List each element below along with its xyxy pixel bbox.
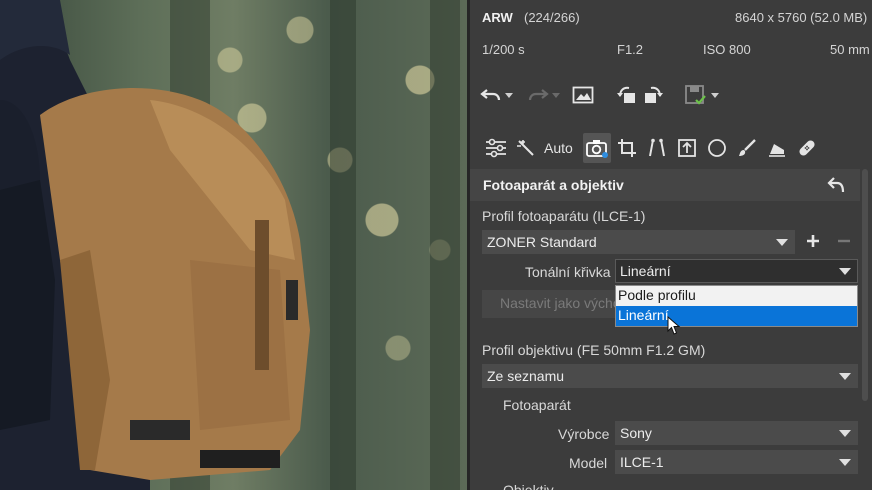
file-format: ARW (482, 10, 513, 25)
brush-icon (738, 139, 756, 156)
image-index: (224/266) (524, 10, 580, 25)
rotate-left-icon (617, 86, 635, 103)
tonal-curve-value: Lineární (620, 263, 671, 279)
gradient-tool[interactable] (763, 133, 791, 163)
rotate-left-button[interactable] (614, 80, 640, 110)
plus-icon[interactable] (803, 230, 823, 252)
lens-profile-value: Ze seznamu (487, 368, 565, 384)
camera-group-label: Fotoaparát (503, 397, 571, 413)
camera-lens-tool[interactable] (582, 133, 611, 163)
crop-tool[interactable] (613, 133, 641, 163)
sliders-icon (486, 138, 506, 158)
magic-wand-icon (517, 140, 534, 156)
photo-preview (0, 0, 467, 490)
tool-strip: Auto (482, 132, 821, 164)
section-title: Fotoaparát a objektiv (483, 177, 624, 193)
save-button[interactable] (682, 80, 721, 110)
camera-profile-label: Profil fotoaparátu (ILCE-1) (482, 208, 646, 224)
chevron-down-icon (776, 239, 788, 246)
tonal-curve-select[interactable]: Lineární (615, 259, 858, 283)
redo-dropdown-icon[interactable] (552, 92, 560, 98)
undo-button[interactable] (478, 80, 515, 110)
focal-length: 50 mm (830, 42, 870, 57)
aperture: F1.2 (617, 42, 644, 57)
crop-icon (617, 139, 636, 157)
lens-profile-label: Profil objektivu (FE 50mm F1.2 GM) (482, 342, 706, 358)
save-dropdown-icon[interactable] (711, 92, 719, 98)
model-select[interactable]: ILCE-1 (615, 450, 858, 474)
adjustments-tool[interactable] (482, 133, 510, 163)
manufacturer-label: Výrobce (558, 426, 610, 442)
rotate-right-icon (645, 86, 663, 103)
image-button[interactable] (570, 80, 596, 110)
camera-profile-value: ZONER Standard (487, 234, 597, 250)
right-panel: ARW (224/266) 8640 x 5760 (52.0 MB) 1/20… (470, 0, 872, 490)
minus-icon[interactable] (835, 230, 853, 252)
dropdown-option-linear[interactable]: Lineární (616, 306, 857, 326)
camera-profile-select[interactable]: ZONER Standard (482, 230, 795, 254)
hiker-with-backpack (0, 0, 310, 490)
perspective-icon (648, 138, 665, 157)
auto-label[interactable]: Auto (544, 140, 573, 156)
shutter-speed: 1/200 s (482, 42, 525, 57)
iso: ISO 800 (703, 42, 751, 57)
lens-group-label: Objektiv (503, 482, 554, 490)
manufacturer-value: Sony (620, 425, 652, 441)
mouse-pointer-icon (667, 316, 681, 335)
chevron-down-icon (839, 459, 851, 466)
camera-icon (585, 140, 608, 158)
tonal-curve-dropdown: Podle profilu Lineární (615, 285, 858, 327)
rotate-right-button[interactable] (640, 80, 666, 110)
text-frame-icon (677, 139, 696, 157)
bandage-icon (799, 140, 815, 156)
reset-icon[interactable] (826, 175, 846, 195)
chevron-down-icon (839, 268, 851, 275)
redo-icon (528, 89, 549, 101)
model-label: Model (569, 455, 608, 471)
undo-dropdown-icon[interactable] (505, 92, 513, 98)
eraser-icon (768, 144, 785, 157)
lens-profile-select[interactable]: Ze seznamu (482, 364, 858, 388)
set-default-label: Nastavit jako výchozí (500, 295, 622, 311)
chevron-down-icon (839, 373, 851, 380)
manufacturer-select[interactable]: Sony (615, 421, 858, 445)
save-icon (685, 85, 706, 105)
healing-tool[interactable] (793, 133, 821, 163)
redo-button[interactable] (525, 80, 562, 110)
undo-icon (480, 89, 501, 101)
camera-lens-section-header[interactable]: Fotoaparát a objektiv (470, 169, 860, 201)
tonal-curve-label: Tonální křivka (525, 264, 611, 280)
dropdown-option-by-profile[interactable]: Podle profilu (616, 286, 857, 306)
radial-filter-tool[interactable] (703, 133, 731, 163)
chevron-down-icon (839, 430, 851, 437)
brush-tool[interactable] (733, 133, 761, 163)
image-dimensions: 8640 x 5760 (52.0 MB) (735, 10, 868, 25)
perspective-tool[interactable] (643, 133, 671, 163)
circle-icon (707, 139, 726, 157)
image-icon (572, 86, 594, 104)
auto-adjust-tool[interactable] (512, 133, 540, 163)
set-default-button[interactable]: Nastavit jako výchozí (482, 290, 622, 318)
text-frame-tool[interactable] (673, 133, 701, 163)
panel-scrollbar[interactable] (862, 169, 868, 401)
model-value: ILCE-1 (620, 454, 664, 470)
edit-toolbar (478, 80, 721, 110)
